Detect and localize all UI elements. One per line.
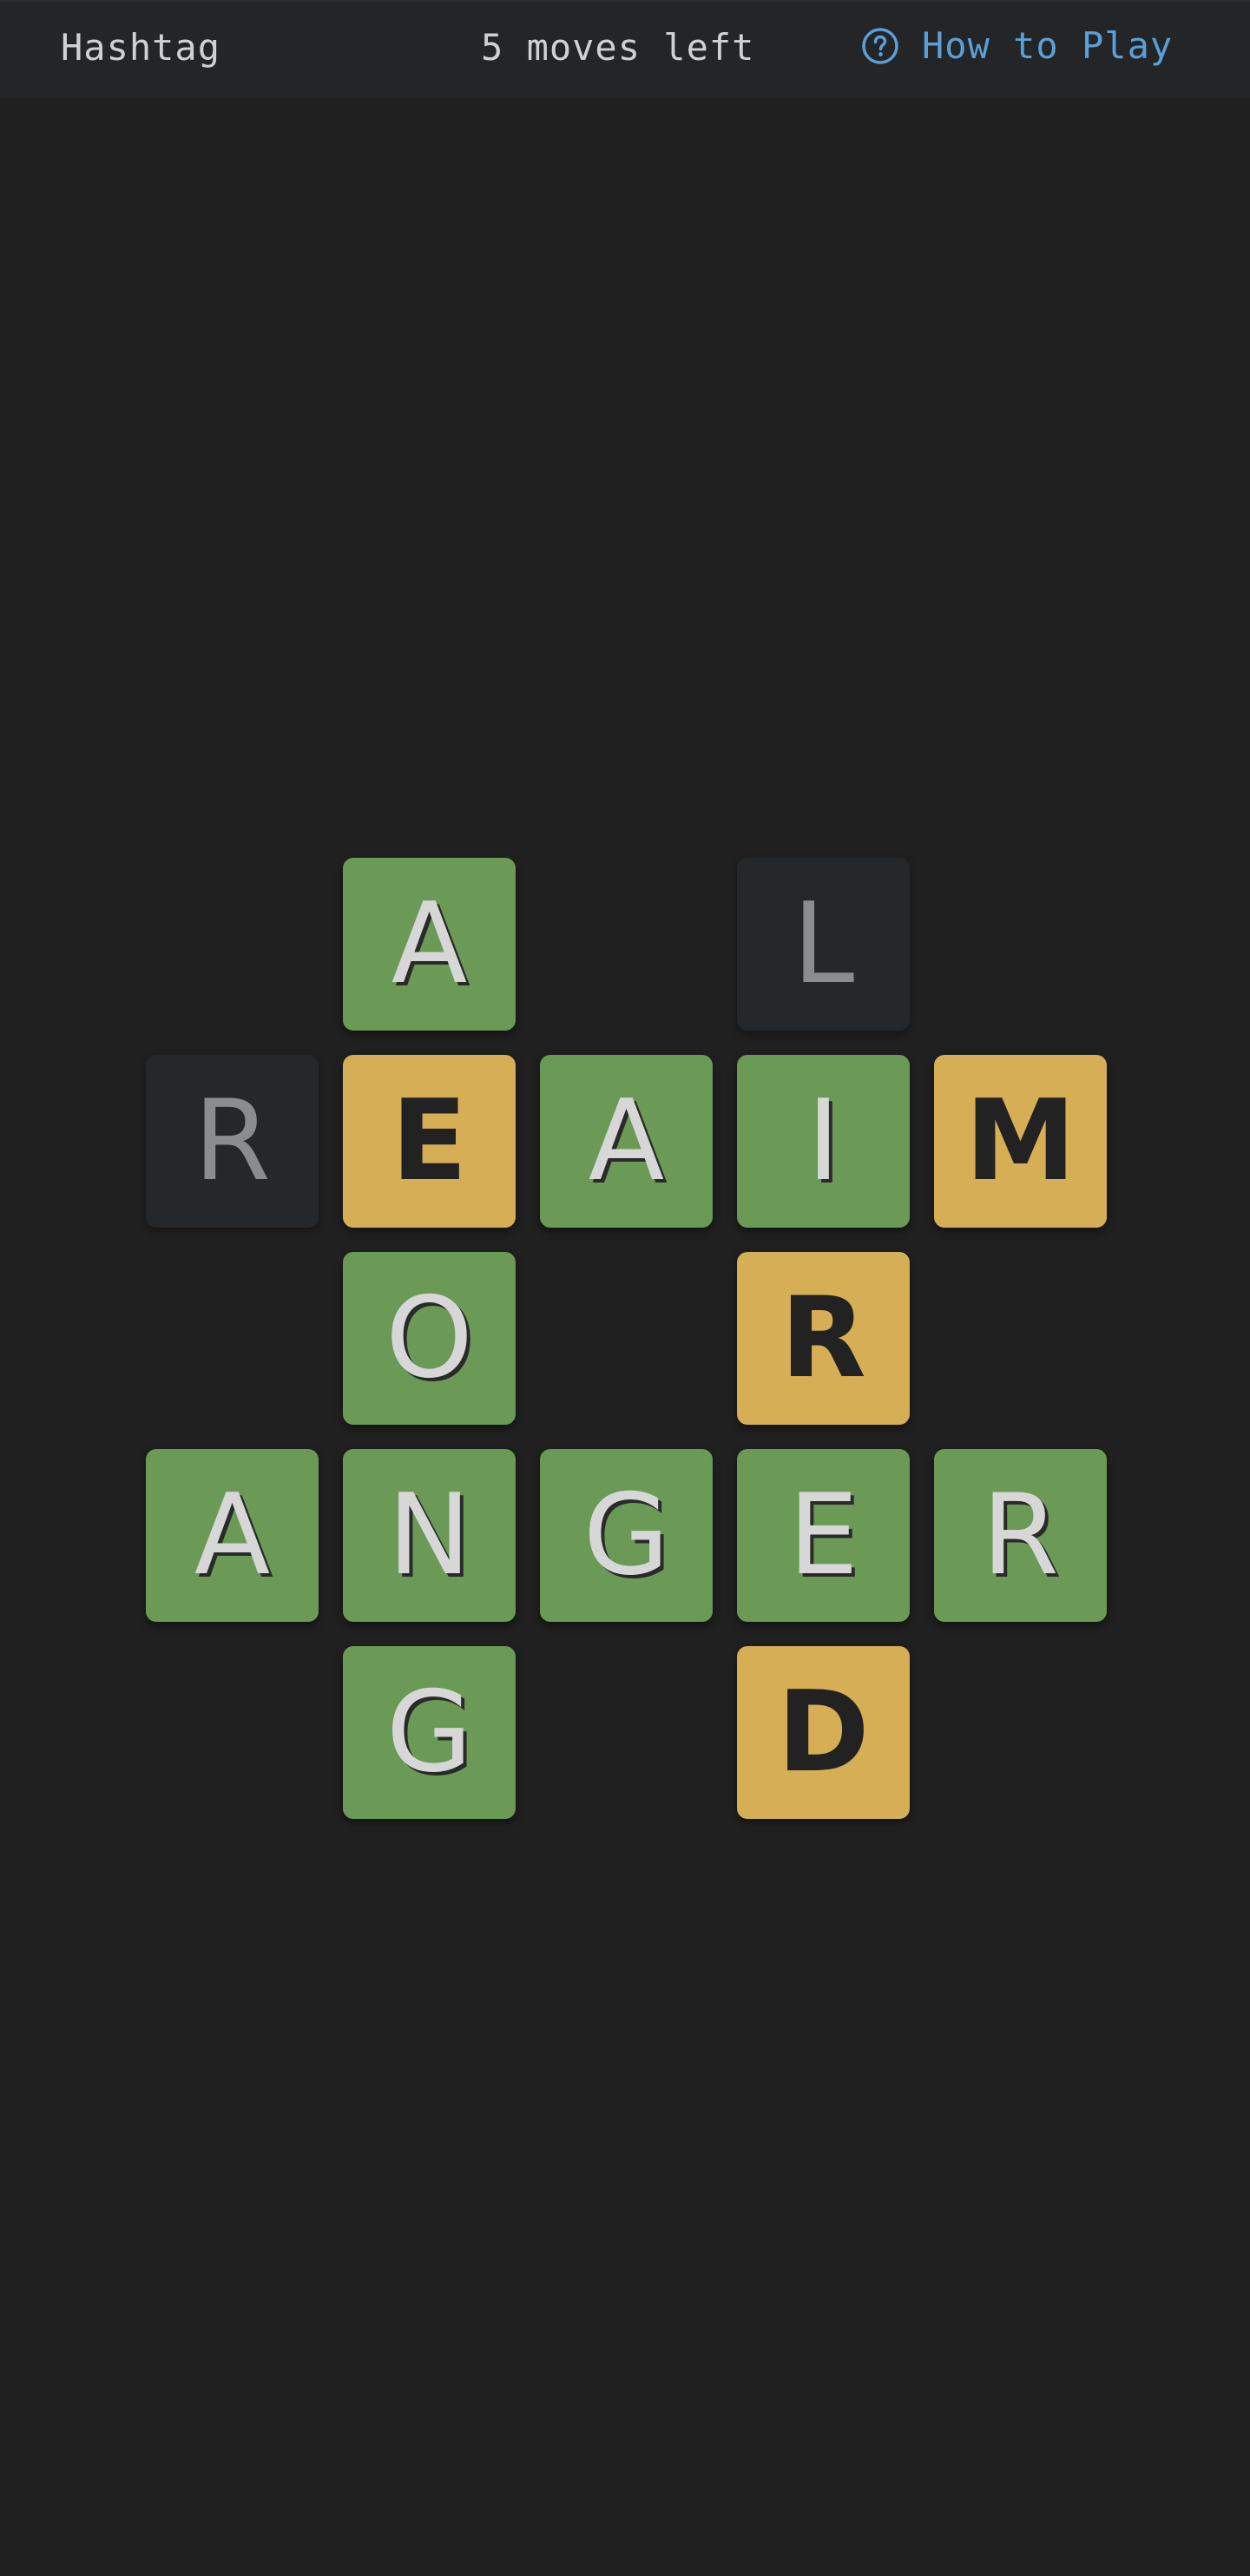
letter-tile[interactable]: R — [146, 1055, 319, 1228]
letter-tile[interactable]: N — [343, 1449, 516, 1622]
game-board: ALREAIMORANGERGD — [0, 0, 1250, 2576]
letter-tile[interactable]: D — [737, 1646, 910, 1819]
letter-tile[interactable]: I — [737, 1055, 910, 1228]
letter-tile[interactable]: E — [343, 1055, 516, 1228]
letter-tile[interactable]: R — [737, 1252, 910, 1425]
letter-tile[interactable]: A — [540, 1055, 713, 1228]
letter-tile[interactable]: G — [540, 1449, 713, 1622]
letter-tile[interactable]: A — [343, 858, 516, 1031]
letter-tile[interactable]: L — [737, 858, 910, 1031]
letter-tile[interactable]: M — [934, 1055, 1107, 1228]
letter-tile[interactable]: O — [343, 1252, 516, 1425]
letter-tile[interactable]: A — [146, 1449, 319, 1622]
letter-tile[interactable]: G — [343, 1646, 516, 1819]
letter-tile[interactable]: R — [934, 1449, 1107, 1622]
letter-tile[interactable]: E — [737, 1449, 910, 1622]
